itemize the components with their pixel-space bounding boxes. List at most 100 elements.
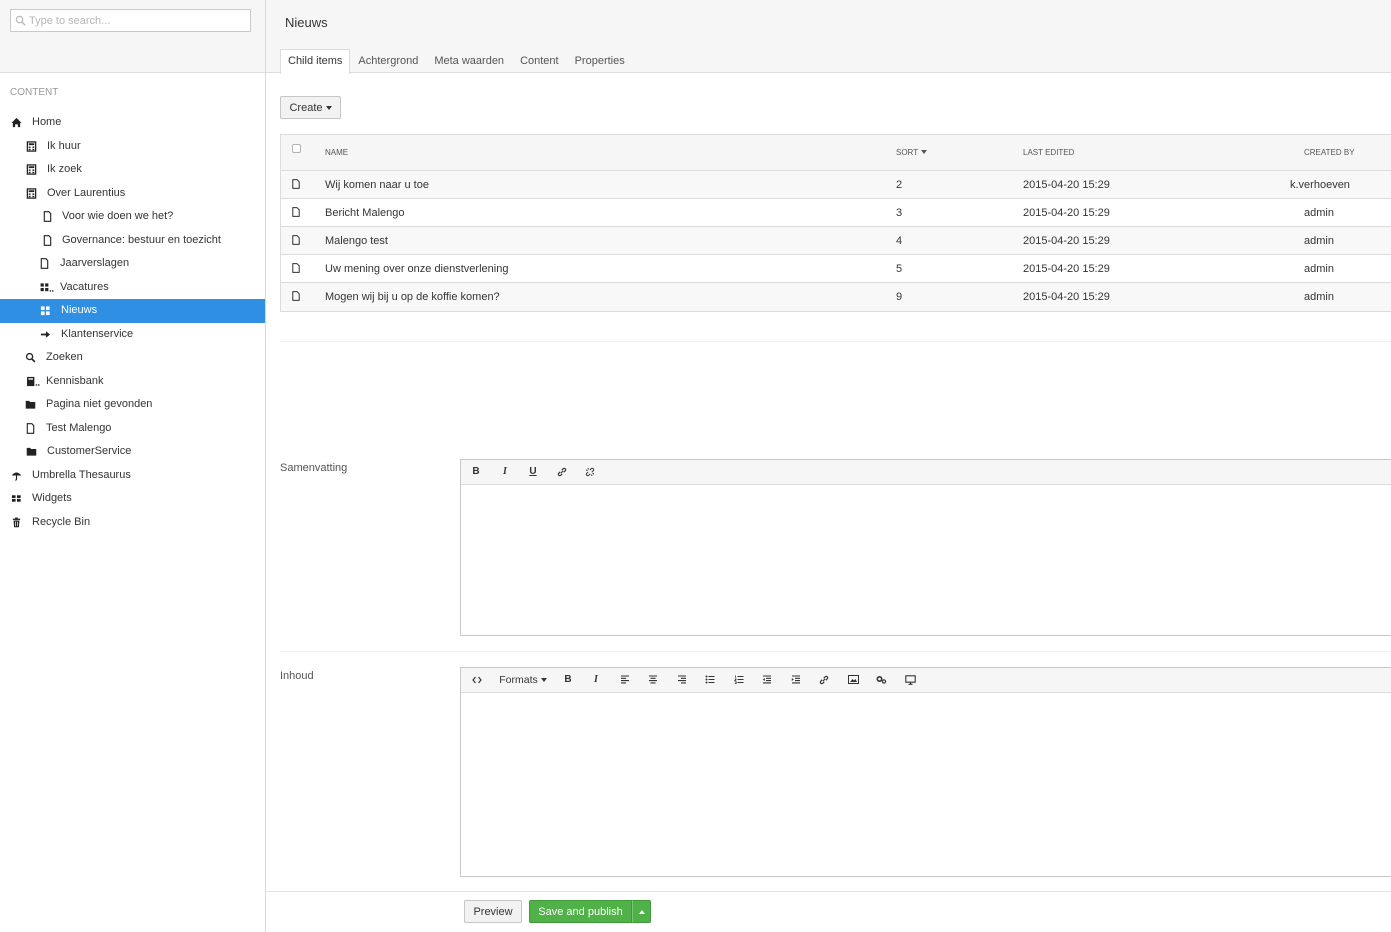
tree-item-widgets[interactable]: Widgets bbox=[0, 487, 265, 511]
table-row[interactable]: Malengo test 4 2015-04-20 15:29 admin bbox=[281, 227, 1391, 255]
italic-button[interactable]: I bbox=[498, 464, 512, 480]
tree-item-over-laurentius[interactable]: Over Laurentius bbox=[0, 182, 265, 206]
sidebar: CONTENT Home Ik huur Ik zoek Over Lauren… bbox=[0, 0, 266, 932]
table-row[interactable]: Mogen wij bij u op de koffie komen? 9 20… bbox=[281, 283, 1391, 311]
align-right-button[interactable] bbox=[675, 672, 689, 688]
image-icon bbox=[847, 675, 859, 684]
select-all-checkbox[interactable] bbox=[292, 144, 301, 153]
tree-item-governance[interactable]: Governance: bestuur en toezicht bbox=[0, 229, 265, 253]
tree-item-ik-huur[interactable]: Ik huur bbox=[0, 135, 265, 159]
row-name-link[interactable]: Wij komen naar u toe bbox=[325, 179, 429, 191]
numbered-list-button[interactable] bbox=[732, 672, 746, 688]
row-created-by: admin bbox=[1304, 263, 1334, 275]
insert-image-button[interactable] bbox=[846, 672, 860, 688]
column-header-last-edited[interactable]: LAST EDITED bbox=[1023, 148, 1074, 157]
divider bbox=[280, 651, 1391, 652]
sort-desc-icon bbox=[921, 150, 928, 154]
tree-item-label: Kennisbank bbox=[46, 374, 104, 387]
row-sort: 9 bbox=[896, 291, 903, 303]
tree-item-label: Vacatures bbox=[60, 280, 109, 293]
samenvatting-text-area[interactable] bbox=[461, 485, 1391, 635]
samenvatting-toolbar: B I U bbox=[461, 460, 1391, 485]
bold-button[interactable]: B bbox=[561, 672, 575, 688]
save-options-button[interactable] bbox=[632, 900, 651, 923]
tree-item-label: Recycle Bin bbox=[32, 515, 91, 528]
indent-button[interactable] bbox=[789, 672, 803, 688]
document-icon bbox=[43, 234, 52, 246]
tree-item-jaarverslagen[interactable]: Jaarverslagen bbox=[0, 252, 265, 276]
tree-item-zoeken[interactable]: Zoeken bbox=[0, 346, 265, 370]
tree-item-label: Ik huur bbox=[47, 139, 81, 152]
tab-child-items[interactable]: Child items bbox=[280, 49, 351, 74]
search-box[interactable] bbox=[10, 9, 251, 32]
row-created-by: admin bbox=[1304, 207, 1334, 219]
book-icon bbox=[27, 376, 40, 386]
action-footer: Preview Save and publish bbox=[266, 891, 1391, 932]
align-center-icon bbox=[649, 675, 657, 684]
formats-dropdown[interactable]: Formats bbox=[497, 672, 549, 688]
table-row[interactable]: Uw mening over onze dienstverlening 5 20… bbox=[281, 255, 1391, 283]
tree-item-test-malengo[interactable]: Test Malengo bbox=[0, 417, 265, 441]
bullet-list-button[interactable] bbox=[703, 672, 717, 688]
tree-item-recycle-bin[interactable]: Recycle Bin bbox=[0, 511, 265, 535]
tree-item-kennisbank[interactable]: Kennisbank bbox=[0, 370, 265, 394]
link-button[interactable] bbox=[555, 464, 569, 480]
grid-list-icon bbox=[40, 282, 54, 292]
tree-item-ik-zoek[interactable]: Ik zoek bbox=[0, 158, 265, 182]
document-icon bbox=[292, 235, 300, 245]
tab-achtergrond[interactable]: Achtergrond bbox=[350, 49, 426, 73]
tree-item-umbrella-thesaurus[interactable]: Umbrella Thesaurus bbox=[0, 464, 265, 488]
tab-meta-waarden[interactable]: Meta waarden bbox=[426, 49, 512, 73]
row-name-link[interactable]: Bericht Malengo bbox=[325, 207, 405, 219]
tree-item-home[interactable]: Home bbox=[0, 111, 265, 135]
link-button[interactable] bbox=[817, 672, 831, 688]
unlink-icon bbox=[585, 467, 595, 477]
tree-item-label: Nieuws bbox=[61, 304, 98, 316]
underline-button[interactable]: U bbox=[526, 464, 540, 480]
column-header-sort[interactable]: SORT bbox=[896, 148, 928, 157]
preview-button[interactable]: Preview bbox=[464, 900, 522, 923]
tree-item-nieuws[interactable]: Nieuws bbox=[0, 299, 265, 323]
insert-macro-button[interactable] bbox=[874, 672, 888, 688]
tree-item-voor-wie[interactable]: Voor wie doen we het? bbox=[0, 205, 265, 229]
row-last-edited: 2015-04-20 15:29 bbox=[1023, 291, 1110, 303]
search-input[interactable] bbox=[29, 10, 247, 31]
row-sort: 4 bbox=[896, 235, 903, 247]
outdent-button[interactable] bbox=[760, 672, 774, 688]
source-code-button[interactable] bbox=[469, 672, 485, 688]
inhoud-text-area[interactable] bbox=[461, 693, 1391, 876]
row-name-link[interactable]: Malengo test bbox=[325, 235, 388, 247]
tab-content[interactable]: Content bbox=[512, 49, 567, 73]
row-sort: 2 bbox=[896, 179, 903, 191]
tree-item-vacatures[interactable]: Vacatures bbox=[0, 276, 265, 300]
column-header-created-by[interactable]: CREATED BY bbox=[1304, 148, 1355, 157]
create-button[interactable]: Create bbox=[280, 96, 341, 119]
table-row[interactable]: Bericht Malengo 3 2015-04-20 15:29 admin bbox=[281, 199, 1391, 227]
trash-icon bbox=[12, 517, 21, 527]
tree-item-label: Pagina niet gevonden bbox=[46, 398, 153, 410]
tree-item-label: Klantenservice bbox=[61, 327, 134, 340]
table-row[interactable]: Wij komen naar u toe 2 2015-04-20 15:29 … bbox=[281, 171, 1391, 199]
save-and-publish-button[interactable]: Save and publish bbox=[529, 900, 632, 923]
inhoud-editor: Formats B I bbox=[460, 667, 1391, 877]
row-name-link[interactable]: Mogen wij bij u op de koffie komen? bbox=[325, 291, 500, 303]
tree-item-pagina-niet-gevonden[interactable]: Pagina niet gevonden bbox=[0, 393, 265, 417]
tree-item-label: Widgets bbox=[32, 492, 72, 504]
column-header-name[interactable]: NAME bbox=[325, 148, 348, 157]
divider bbox=[280, 341, 1391, 342]
tree-item-klantenservice[interactable]: Klantenservice bbox=[0, 323, 265, 347]
tree-item-label: Jaarverslagen bbox=[60, 257, 130, 269]
embed-button[interactable] bbox=[903, 672, 917, 688]
tree-item-customerservice[interactable]: CustomerService bbox=[0, 440, 265, 464]
bold-button[interactable]: B bbox=[469, 464, 483, 480]
italic-button[interactable]: I bbox=[589, 672, 603, 688]
align-left-button[interactable] bbox=[618, 672, 632, 688]
folder-icon bbox=[26, 447, 37, 456]
unlink-button[interactable] bbox=[583, 464, 597, 480]
tree-item-label: Ik zoek bbox=[47, 163, 82, 175]
tab-properties[interactable]: Properties bbox=[567, 49, 633, 73]
row-name-link[interactable]: Uw mening over onze dienstverlening bbox=[325, 263, 508, 275]
row-sort: 5 bbox=[896, 263, 903, 275]
align-center-button[interactable] bbox=[646, 672, 660, 688]
page-title: Nieuws bbox=[285, 15, 328, 30]
